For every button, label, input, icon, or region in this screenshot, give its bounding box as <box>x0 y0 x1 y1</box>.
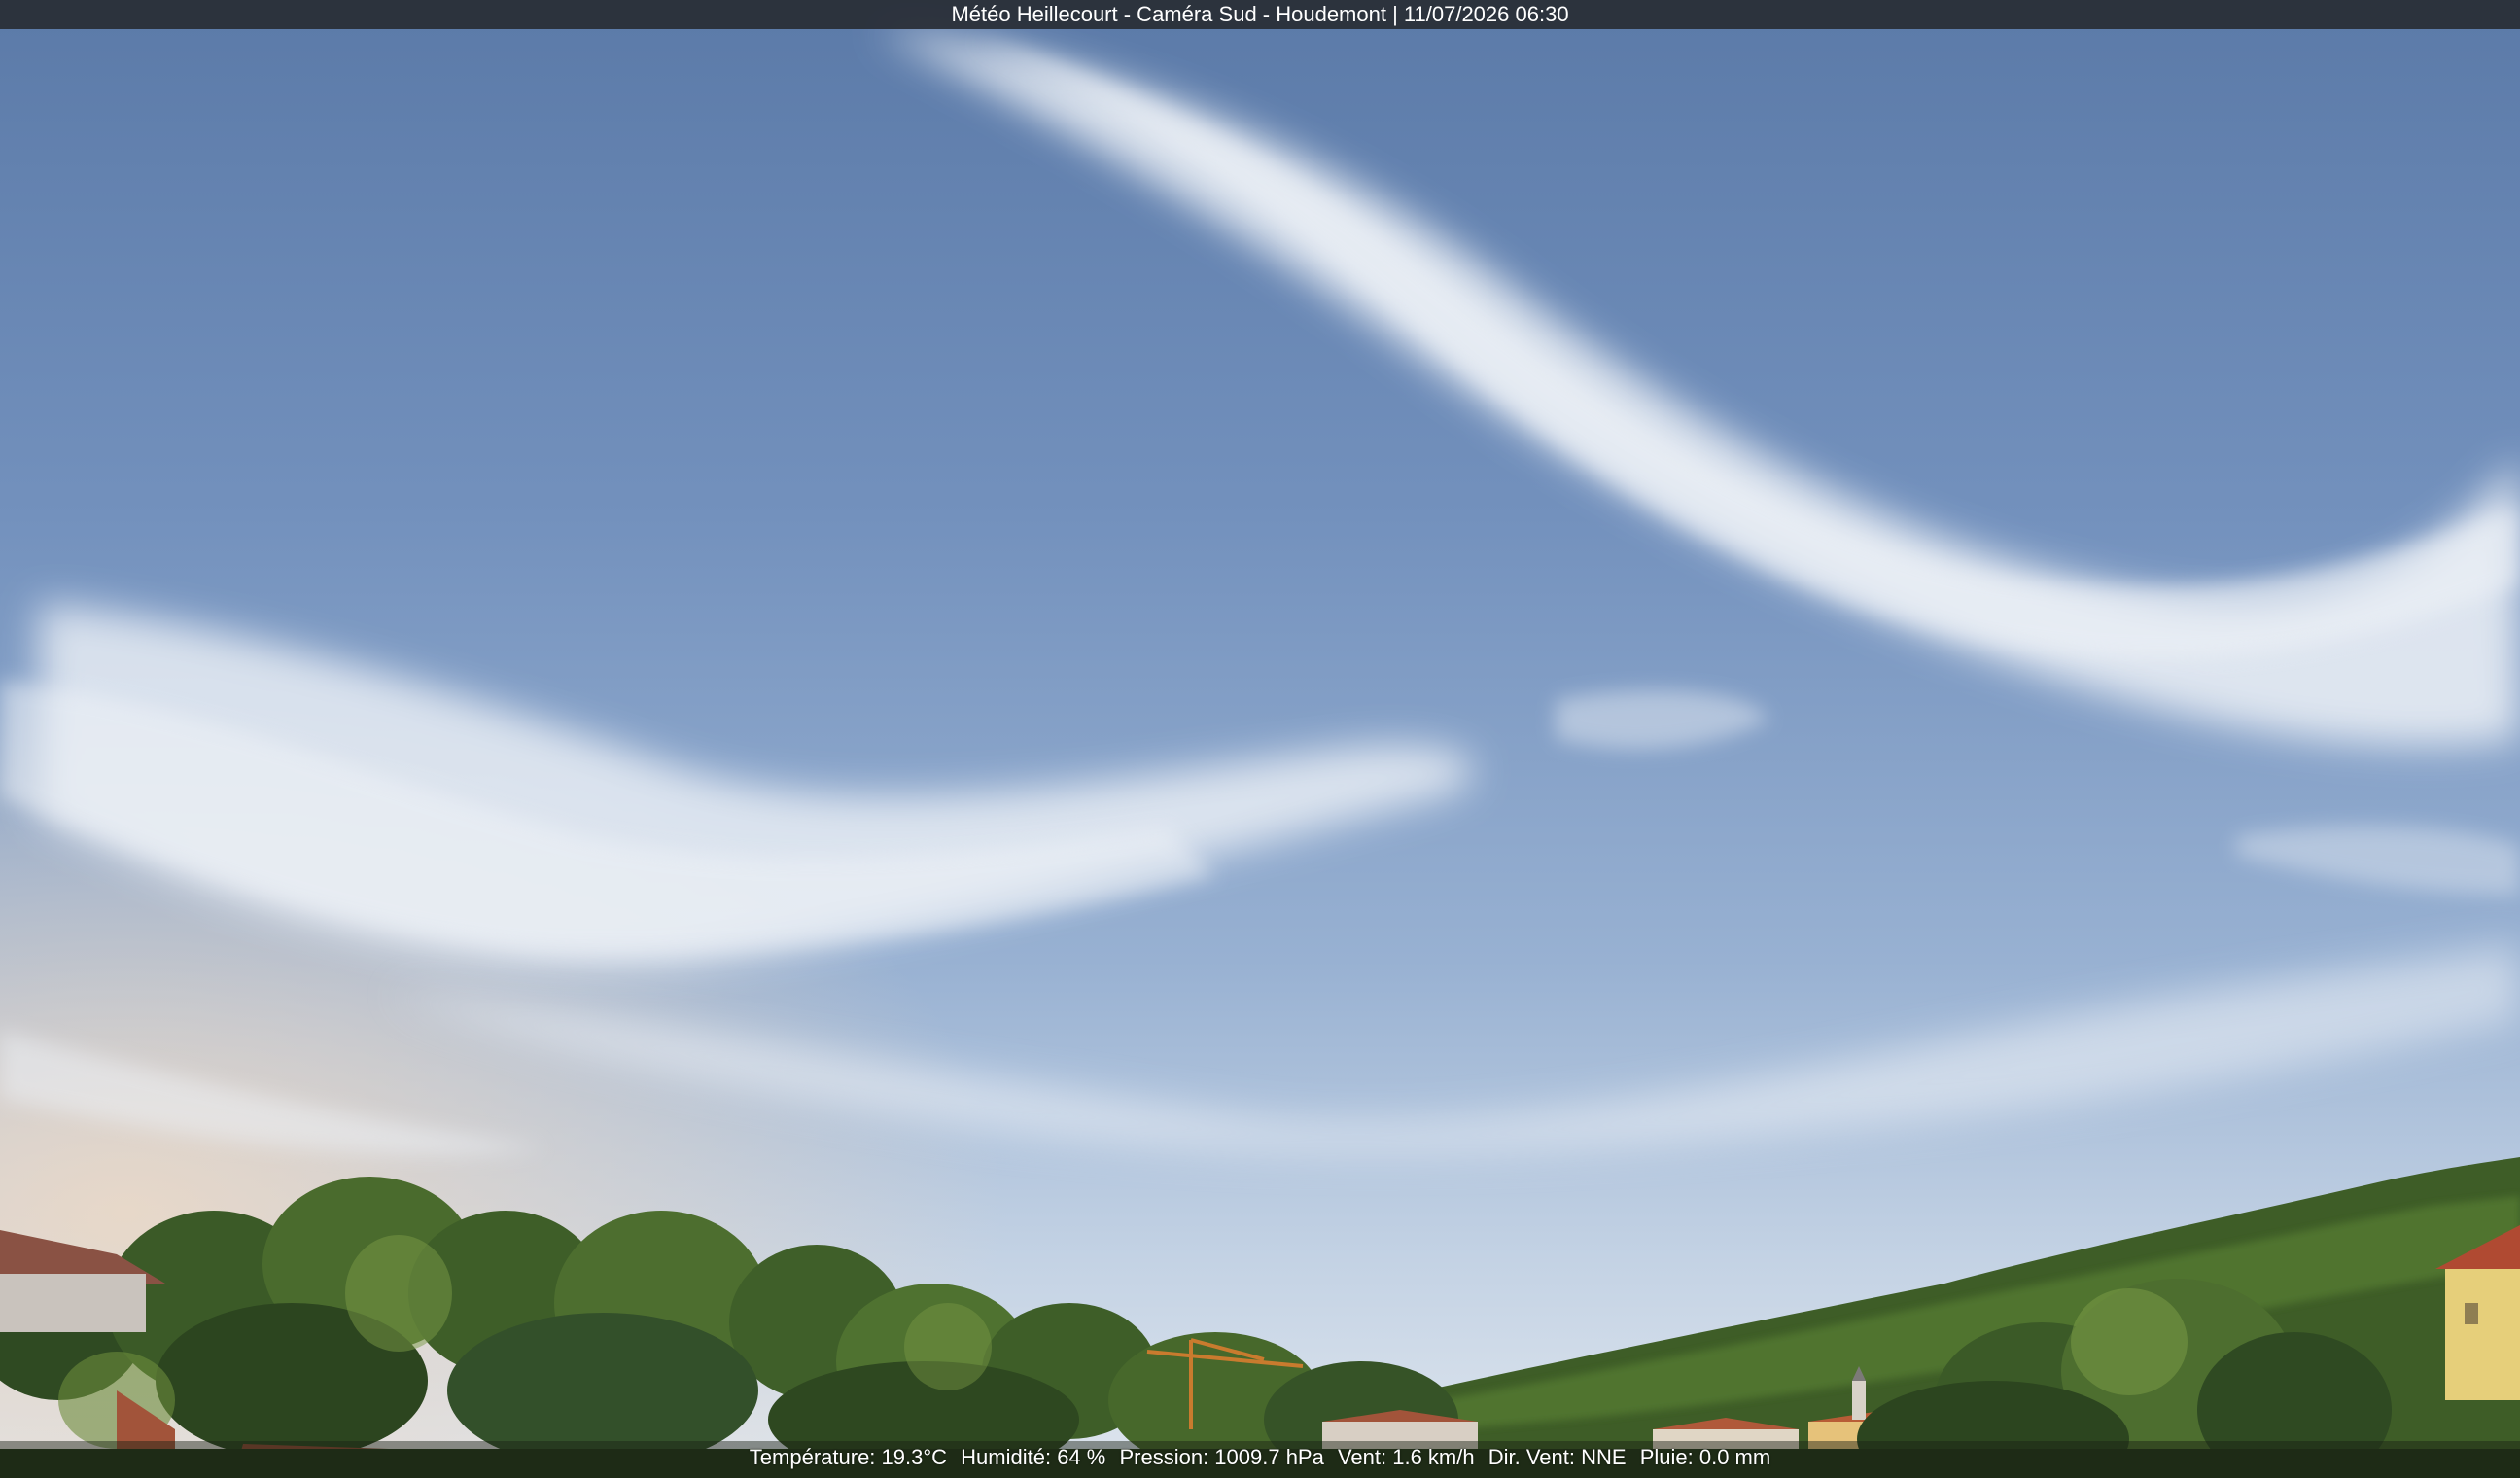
pressure-reading: Pression: 1009.7 hPa <box>1119 1445 1324 1469</box>
camera-title-bar: Météo Heillecourt - Caméra Sud - Houdemo… <box>0 0 2520 29</box>
humidity-reading: Humidité: 64 % <box>961 1445 1106 1469</box>
rain-reading: Pluie: 0.0 mm <box>1639 1445 1771 1469</box>
temperature-reading: Température: 19.3°C <box>749 1445 948 1469</box>
wind-direction-reading: Dir. Vent: NNE <box>1488 1445 1627 1469</box>
weather-data-bar: Température: 19.3°C Humidité: 64 % Press… <box>0 1441 2520 1478</box>
wind-speed-reading: Vent: 1.6 km/h <box>1337 1445 1475 1469</box>
camera-title: Météo Heillecourt - Caméra Sud - Houdemo… <box>951 2 1569 26</box>
webcam-image <box>0 0 2520 1478</box>
